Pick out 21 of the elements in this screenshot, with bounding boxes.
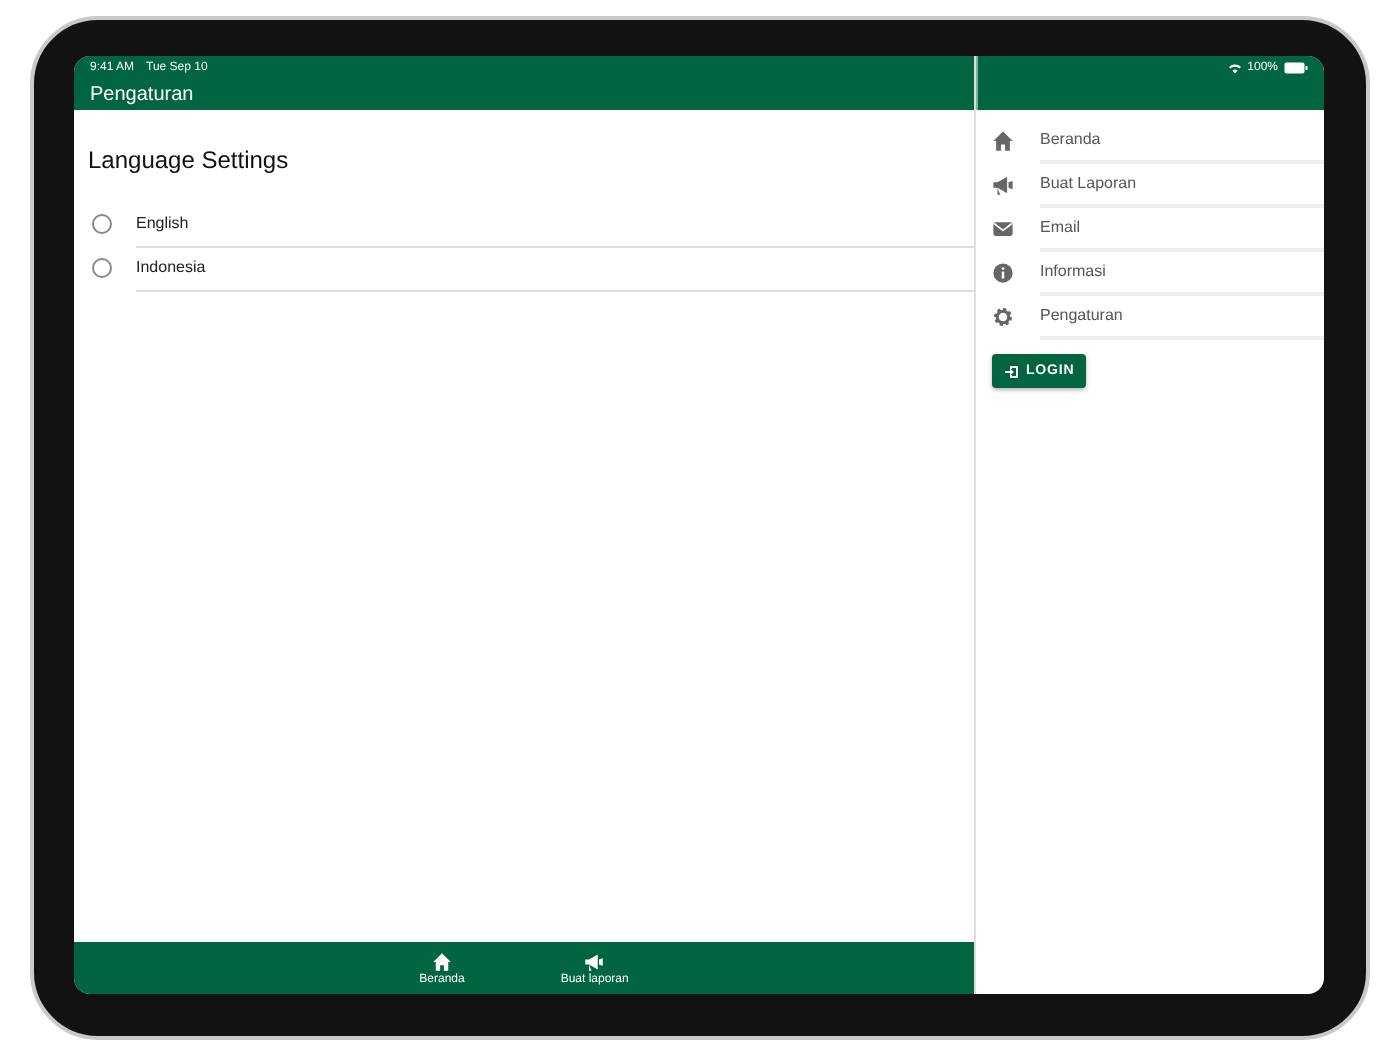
home-icon [992, 129, 1014, 151]
header-title: Pengaturan [90, 84, 194, 106]
option-label[interactable]: Indonesia [136, 258, 206, 276]
home-icon [431, 951, 452, 971]
wifi-icon [1227, 62, 1242, 74]
menu-item[interactable]: Beranda [1040, 129, 1101, 147]
menu-item[interactable]: Email [1040, 217, 1081, 235]
megaphone-icon [992, 173, 1014, 195]
settings-icon [992, 305, 1014, 327]
envelope-icon [992, 217, 1014, 239]
login-icon [1004, 363, 1020, 379]
page-heading: Language Settings [88, 146, 289, 174]
menu-item[interactable]: Pengaturan [1040, 305, 1123, 323]
menu-item[interactable]: Buat Laporan [1040, 173, 1137, 191]
option-label[interactable]: English [136, 214, 189, 232]
radio-button[interactable] [92, 214, 112, 234]
info-icon [992, 261, 1014, 283]
radio-button[interactable] [92, 258, 112, 278]
menu-item[interactable]: Informasi [1040, 261, 1106, 279]
battery-icon [1284, 62, 1308, 74]
megaphone-icon [584, 951, 605, 971]
